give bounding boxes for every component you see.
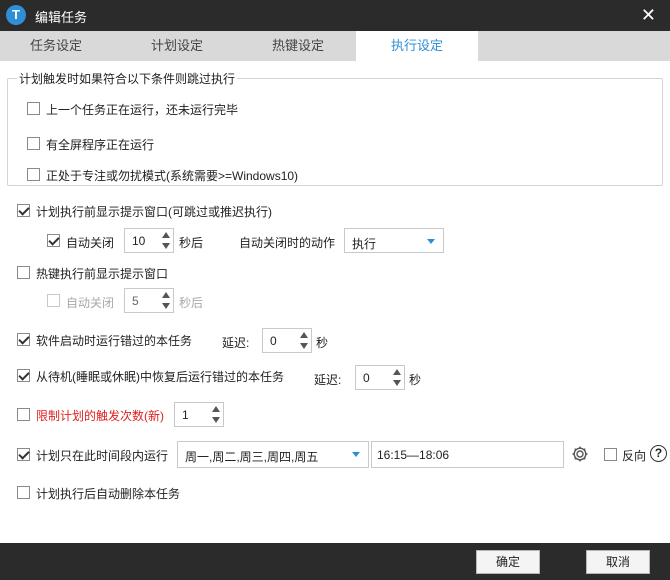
stepper-down-icon[interactable]: [212, 417, 220, 423]
weekdays-select[interactable]: 周一,周二,周三,周四,周五: [177, 441, 369, 468]
help-icon[interactable]: ?: [650, 445, 667, 462]
limit-triggers-checkbox[interactable]: [17, 408, 30, 421]
plan-auto-close-seconds-stepper[interactable]: 10: [124, 228, 174, 253]
resume-delay-stepper[interactable]: 0: [355, 365, 405, 390]
time-range-value: 16:15—18:06: [377, 448, 450, 462]
startup-delay-unit: 秒: [316, 336, 329, 350]
tab-plan-settings[interactable]: 计划设定: [120, 31, 234, 61]
stepper-down-icon[interactable]: [162, 243, 170, 249]
close-icon[interactable]: ✕: [641, 4, 656, 26]
resume-missed-label: 从待机(睡眠或休眠)中恢复后运行错过的本任务: [36, 370, 284, 384]
skip-fullscreen-checkbox[interactable]: [27, 137, 40, 150]
stepper-down-icon[interactable]: [162, 303, 170, 309]
skip-focus-mode-label: 正处于专注或勿扰模式(系统需要>=Windows10): [46, 169, 299, 183]
tab-execution-settings[interactable]: 执行设定: [356, 31, 478, 61]
tab-hotkey-settings[interactable]: 热键设定: [240, 31, 356, 61]
title-bar: T 编辑任务 ✕: [0, 0, 670, 31]
app-logo-icon: T: [6, 5, 26, 25]
plan-seconds-unit: 秒后: [179, 236, 204, 250]
tab-task-settings[interactable]: 任务设定: [0, 31, 112, 61]
startup-delay-label: 延迟:: [222, 336, 250, 350]
plan-prompt-label: 计划执行前显示提示窗口(可跳过或推迟执行): [36, 205, 272, 219]
stepper-up-icon[interactable]: [300, 332, 308, 338]
resume-delay-label: 延迟:: [314, 373, 342, 387]
time-window-checkbox[interactable]: [17, 448, 30, 461]
startup-delay-stepper[interactable]: 0: [262, 328, 312, 353]
gear-icon[interactable]: [570, 444, 590, 464]
limit-triggers-label: 限制计划的触发次数(新): [36, 409, 164, 423]
stepper-down-icon[interactable]: [393, 380, 401, 386]
stepper-up-icon[interactable]: [212, 406, 220, 412]
window-title: 编辑任务: [35, 10, 88, 25]
plan-action-value: 执行: [352, 237, 377, 251]
startup-missed-label: 软件启动时运行错过的本任务: [36, 334, 193, 348]
hotkey-auto-close-seconds-stepper[interactable]: 5: [124, 288, 174, 313]
resume-delay-value: 0: [363, 371, 370, 385]
auto-delete-label: 计划执行后自动删除本任务: [36, 487, 181, 501]
resume-missed-checkbox[interactable]: [17, 369, 30, 382]
plan-auto-close-checkbox[interactable]: [47, 234, 60, 247]
skip-fullscreen-label: 有全屏程序正在运行: [46, 138, 155, 152]
resume-delay-unit: 秒: [409, 373, 422, 387]
plan-prompt-checkbox[interactable]: [17, 204, 30, 217]
chevron-down-icon: [427, 239, 435, 244]
hotkey-seconds-unit: 秒后: [179, 296, 204, 310]
skip-previous-running-label: 上一个任务正在运行，还未运行完毕: [46, 103, 239, 117]
auto-delete-checkbox[interactable]: [17, 486, 30, 499]
chevron-down-icon: [352, 452, 360, 457]
skip-previous-running-checkbox[interactable]: [27, 102, 40, 115]
stepper-up-icon[interactable]: [162, 292, 170, 298]
ok-button[interactable]: 确定: [476, 550, 540, 574]
stepper-down-icon[interactable]: [300, 343, 308, 349]
reverse-label: 反向: [622, 449, 647, 463]
time-window-label: 计划只在此时间段内运行: [36, 449, 169, 463]
reverse-checkbox[interactable]: [604, 448, 617, 461]
hotkey-auto-close-seconds-value: 5: [132, 294, 139, 308]
skip-focus-mode-checkbox[interactable]: [27, 168, 40, 181]
startup-missed-checkbox[interactable]: [17, 333, 30, 346]
limit-triggers-stepper[interactable]: 1: [174, 402, 224, 427]
cancel-button[interactable]: 取消: [586, 550, 650, 574]
dialog-footer: 确定 取消: [0, 543, 670, 580]
plan-auto-close-seconds-value: 10: [132, 234, 146, 248]
hotkey-auto-close-checkbox[interactable]: [47, 294, 60, 307]
tab-bar: 任务设定 计划设定 热键设定 执行设定: [0, 31, 670, 61]
hotkey-auto-close-label: 自动关闭: [66, 296, 115, 310]
limit-triggers-value: 1: [182, 408, 189, 422]
hotkey-prompt-checkbox[interactable]: [17, 266, 30, 279]
stepper-up-icon[interactable]: [162, 232, 170, 238]
plan-auto-close-label: 自动关闭: [66, 236, 115, 250]
stepper-up-icon[interactable]: [393, 369, 401, 375]
plan-action-select[interactable]: 执行: [344, 228, 444, 253]
plan-action-label: 自动关闭时的动作: [239, 236, 336, 250]
skip-conditions-legend: 计划触发时如果符合以下条件则跳过执行: [17, 70, 238, 87]
hotkey-prompt-label: 热键执行前显示提示窗口: [36, 267, 169, 281]
time-range-field[interactable]: 16:15—18:06: [371, 441, 564, 468]
weekdays-value: 周一,周二,周三,周四,周五: [185, 450, 319, 464]
startup-delay-value: 0: [270, 334, 277, 348]
